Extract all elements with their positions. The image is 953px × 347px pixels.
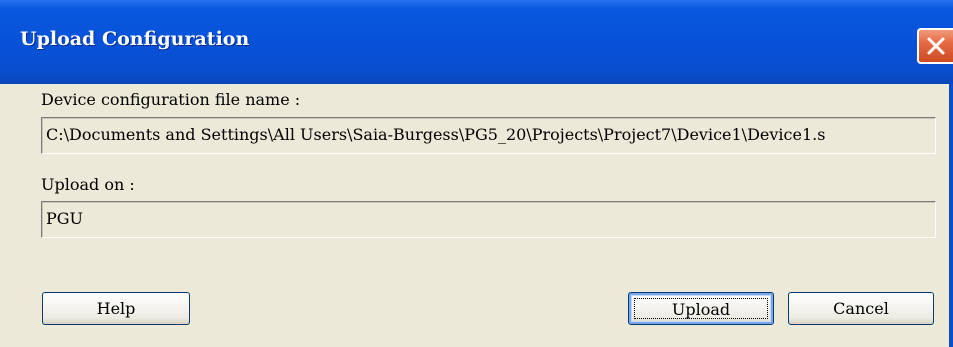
upload-on-field[interactable]: PGU [41,201,936,238]
close-button[interactable] [917,28,953,64]
upload-on-value: PGU [46,209,84,228]
upload-button[interactable]: Upload [628,292,774,325]
config-file-field[interactable]: C:\Documents and Settings\All Users\Saia… [41,117,936,154]
dialog-body: Device configuration file name : C:\Docu… [0,84,953,347]
upload-configuration-dialog: Upload Configuration Device configuratio… [0,0,953,347]
close-icon [927,37,945,55]
help-button[interactable]: Help [42,292,190,325]
title-bar[interactable]: Upload Configuration [0,0,953,84]
config-file-value: C:\Documents and Settings\All Users\Saia… [46,125,826,144]
upload-on-label: Upload on : [41,175,135,194]
window-border [949,84,953,347]
config-file-label: Device configuration file name : [41,90,301,109]
cancel-button[interactable]: Cancel [788,292,934,325]
upload-button-label: Upload [634,298,768,319]
dialog-title: Upload Configuration [20,28,250,50]
